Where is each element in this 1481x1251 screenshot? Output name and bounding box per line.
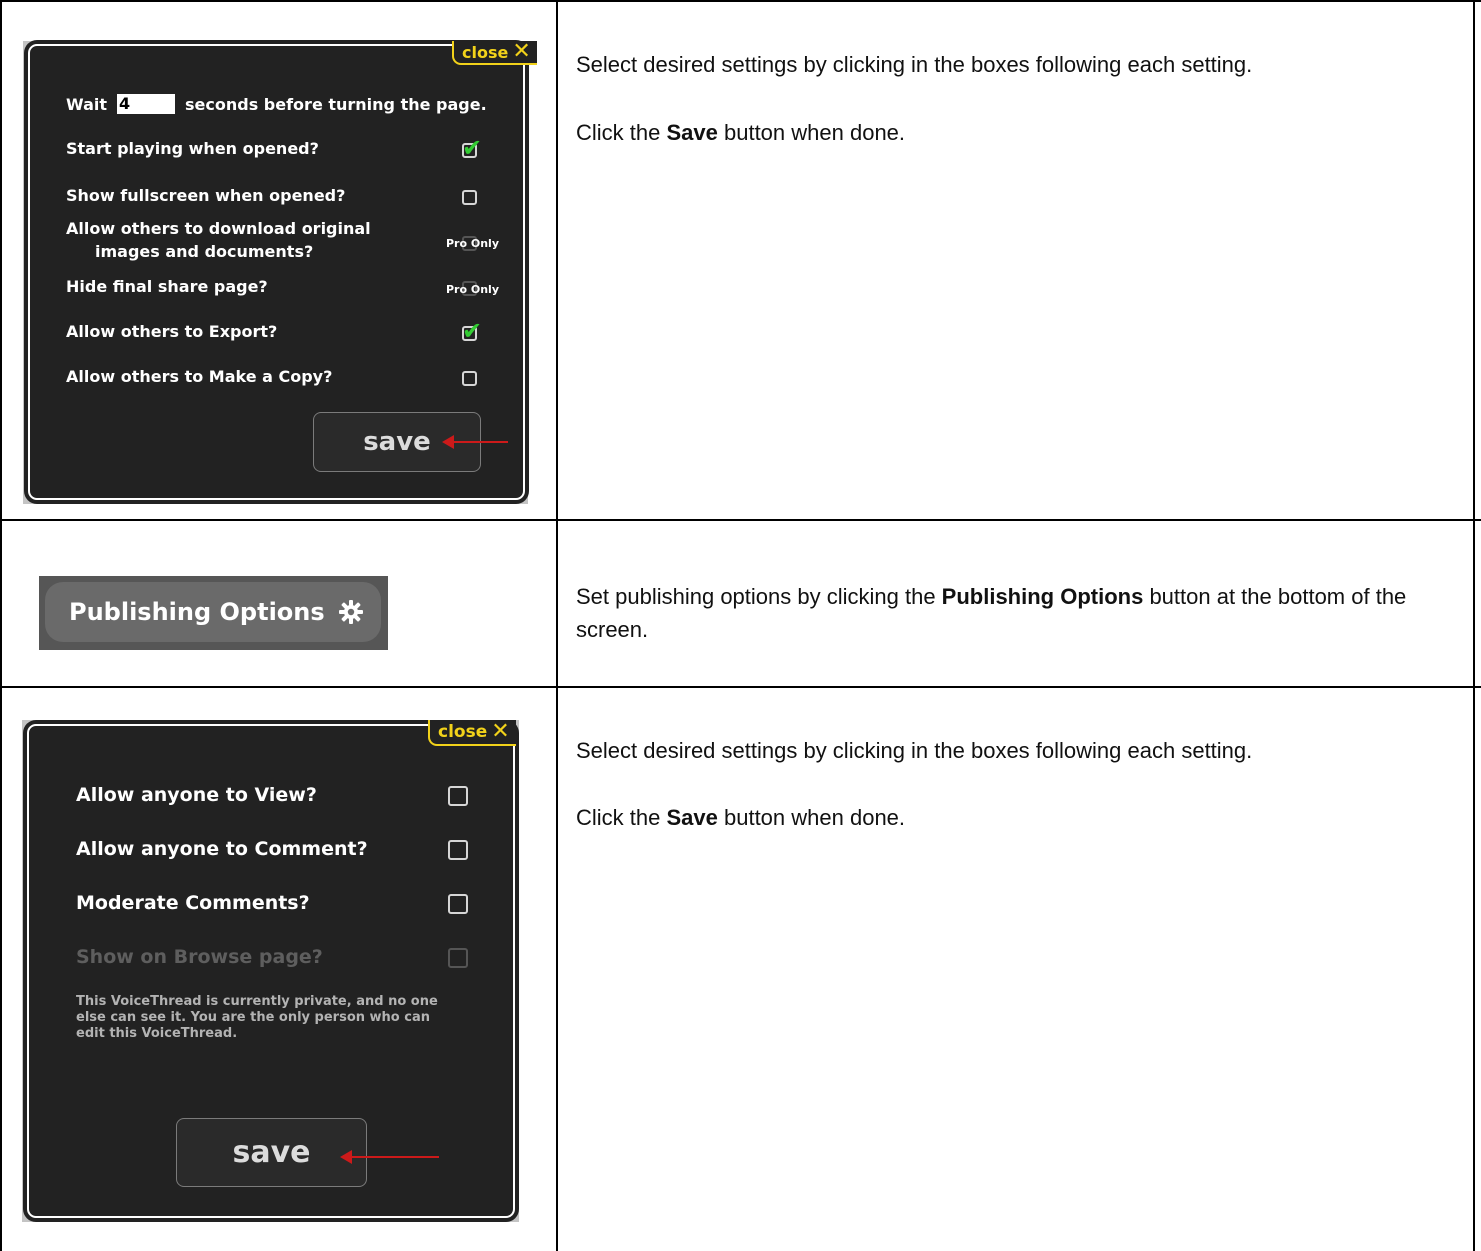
row1-instruction-1: Select desired settings by clicking in t… bbox=[576, 52, 1253, 77]
publishing-options-label: Publishing Options bbox=[69, 598, 325, 626]
privacy-note-line1: This VoiceThread is currently private, a… bbox=[76, 994, 438, 1009]
pro-only-badge: Pro Only bbox=[446, 237, 499, 250]
red-arrow-icon bbox=[340, 1150, 439, 1164]
option-label-make-copy: Allow others to Make a Copy? bbox=[66, 367, 333, 386]
option-label-moderate: Moderate Comments? bbox=[76, 892, 310, 914]
checkmark-icon: ✔ bbox=[462, 317, 483, 345]
row3-instruction-2: Click the Save button when done. bbox=[576, 805, 906, 830]
red-arrow-icon bbox=[442, 435, 508, 449]
moderate-comments-checkbox[interactable] bbox=[448, 894, 468, 914]
browse-page-checkbox bbox=[448, 948, 468, 968]
checkmark-icon: ✔ bbox=[462, 134, 483, 162]
row1-instruction-2: Click the Save button when done. bbox=[576, 120, 906, 145]
option-label-export: Allow others to Export? bbox=[66, 322, 278, 341]
pro-only-badge: Pro Only bbox=[446, 283, 499, 296]
save-button[interactable]: save bbox=[176, 1118, 367, 1187]
close-button[interactable]: close ✕ bbox=[452, 41, 537, 65]
option-label-hide-share: Hide final share page? bbox=[66, 277, 268, 296]
table-border-left bbox=[0, 0, 2, 1251]
close-label: close bbox=[462, 42, 509, 62]
option-label-browse: Show on Browse page? bbox=[76, 946, 323, 968]
option-label-fullscreen: Show fullscreen when opened? bbox=[66, 186, 346, 205]
row2-instruction: Set publishing options by clicking the P… bbox=[576, 584, 1407, 642]
fullscreen-checkbox[interactable] bbox=[462, 190, 477, 205]
wait-label: Wait bbox=[66, 95, 108, 114]
wait-suffix-label: seconds before turning the page. bbox=[185, 95, 487, 114]
option-label-download-line2: images and documents? bbox=[95, 242, 314, 261]
table-column-divider bbox=[556, 0, 558, 1251]
close-button[interactable]: close ✕ bbox=[428, 720, 516, 746]
option-label-view: Allow anyone to View? bbox=[76, 784, 317, 806]
table-border-top bbox=[0, 0, 1481, 2]
privacy-note-line2: else can see it. You are the only person… bbox=[76, 1010, 430, 1025]
option-label-comment: Allow anyone to Comment? bbox=[76, 838, 368, 860]
table-divider-1 bbox=[0, 519, 1481, 521]
publishing-options-button[interactable]: Publishing Options bbox=[45, 582, 381, 642]
option-label-start-playing: Start playing when opened? bbox=[66, 139, 319, 158]
option-label-download: Allow others to download original bbox=[66, 219, 371, 238]
allow-comment-checkbox[interactable] bbox=[448, 840, 468, 860]
make-copy-checkbox[interactable] bbox=[462, 371, 477, 386]
wait-seconds-input[interactable]: 4 bbox=[117, 94, 175, 114]
table-divider-2 bbox=[0, 686, 1481, 688]
privacy-note-line3: edit this VoiceThread. bbox=[76, 1026, 238, 1041]
close-x-icon: ✕ bbox=[491, 719, 510, 744]
row3-instruction-1: Select desired settings by clicking in t… bbox=[576, 738, 1253, 763]
close-x-icon: ✕ bbox=[512, 39, 531, 64]
allow-view-checkbox[interactable] bbox=[448, 786, 468, 806]
table-border-right bbox=[1473, 0, 1475, 1251]
close-label: close bbox=[438, 722, 488, 742]
gear-icon bbox=[338, 600, 363, 624]
